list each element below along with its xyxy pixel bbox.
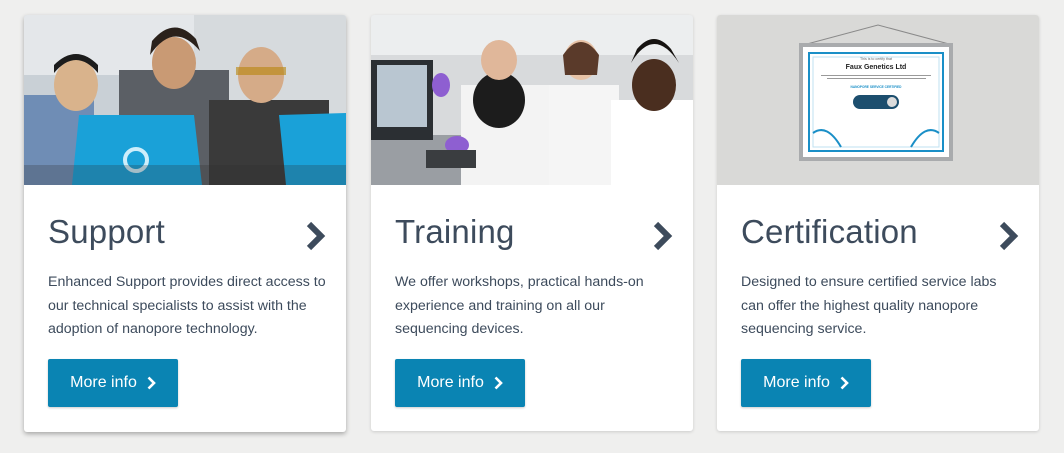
chevron-right-icon[interactable]: [304, 220, 326, 252]
chevron-right-icon: [147, 376, 156, 390]
certificate-intro: This is to certify that: [860, 57, 892, 61]
certificate-body-lines: [821, 75, 931, 79]
card-title: Training: [395, 213, 515, 250]
certificate-seal-icon: [853, 95, 899, 109]
chevron-right-icon: [840, 376, 849, 390]
chevron-right-icon[interactable]: [997, 220, 1019, 252]
card-description: Enhanced Support provides direct access …: [48, 274, 326, 338]
card-description: We offer workshops, practical hands-on e…: [395, 274, 644, 338]
certificate-badge-text: NANOPORE SERVICE CERTIFIED: [850, 85, 902, 89]
button-label: More info: [70, 374, 137, 391]
more-info-button[interactable]: More info: [48, 359, 178, 407]
certificate-company: Faux Genetics Ltd: [845, 64, 907, 71]
chevron-right-icon[interactable]: [651, 220, 673, 252]
button-label: More info: [763, 374, 830, 391]
card-title: Support: [48, 213, 165, 250]
button-label: More info: [417, 374, 484, 391]
more-info-button[interactable]: More info: [395, 359, 525, 407]
certification-card[interactable]: This is to certify that Faux Genetics Lt…: [717, 15, 1039, 431]
chevron-right-icon: [494, 376, 503, 390]
card-title: Certification: [741, 213, 918, 250]
certificate-photo: This is to certify that Faux Genetics Lt…: [717, 15, 1039, 185]
more-info-button[interactable]: More info: [741, 359, 871, 407]
support-photo: [24, 15, 346, 185]
support-card[interactable]: Support Enhanced Support provides direct…: [24, 15, 346, 432]
training-photo: [371, 15, 693, 185]
card-description: Designed to ensure certified service lab…: [741, 274, 997, 338]
training-card[interactable]: Training We offer workshops, practical h…: [371, 15, 693, 431]
